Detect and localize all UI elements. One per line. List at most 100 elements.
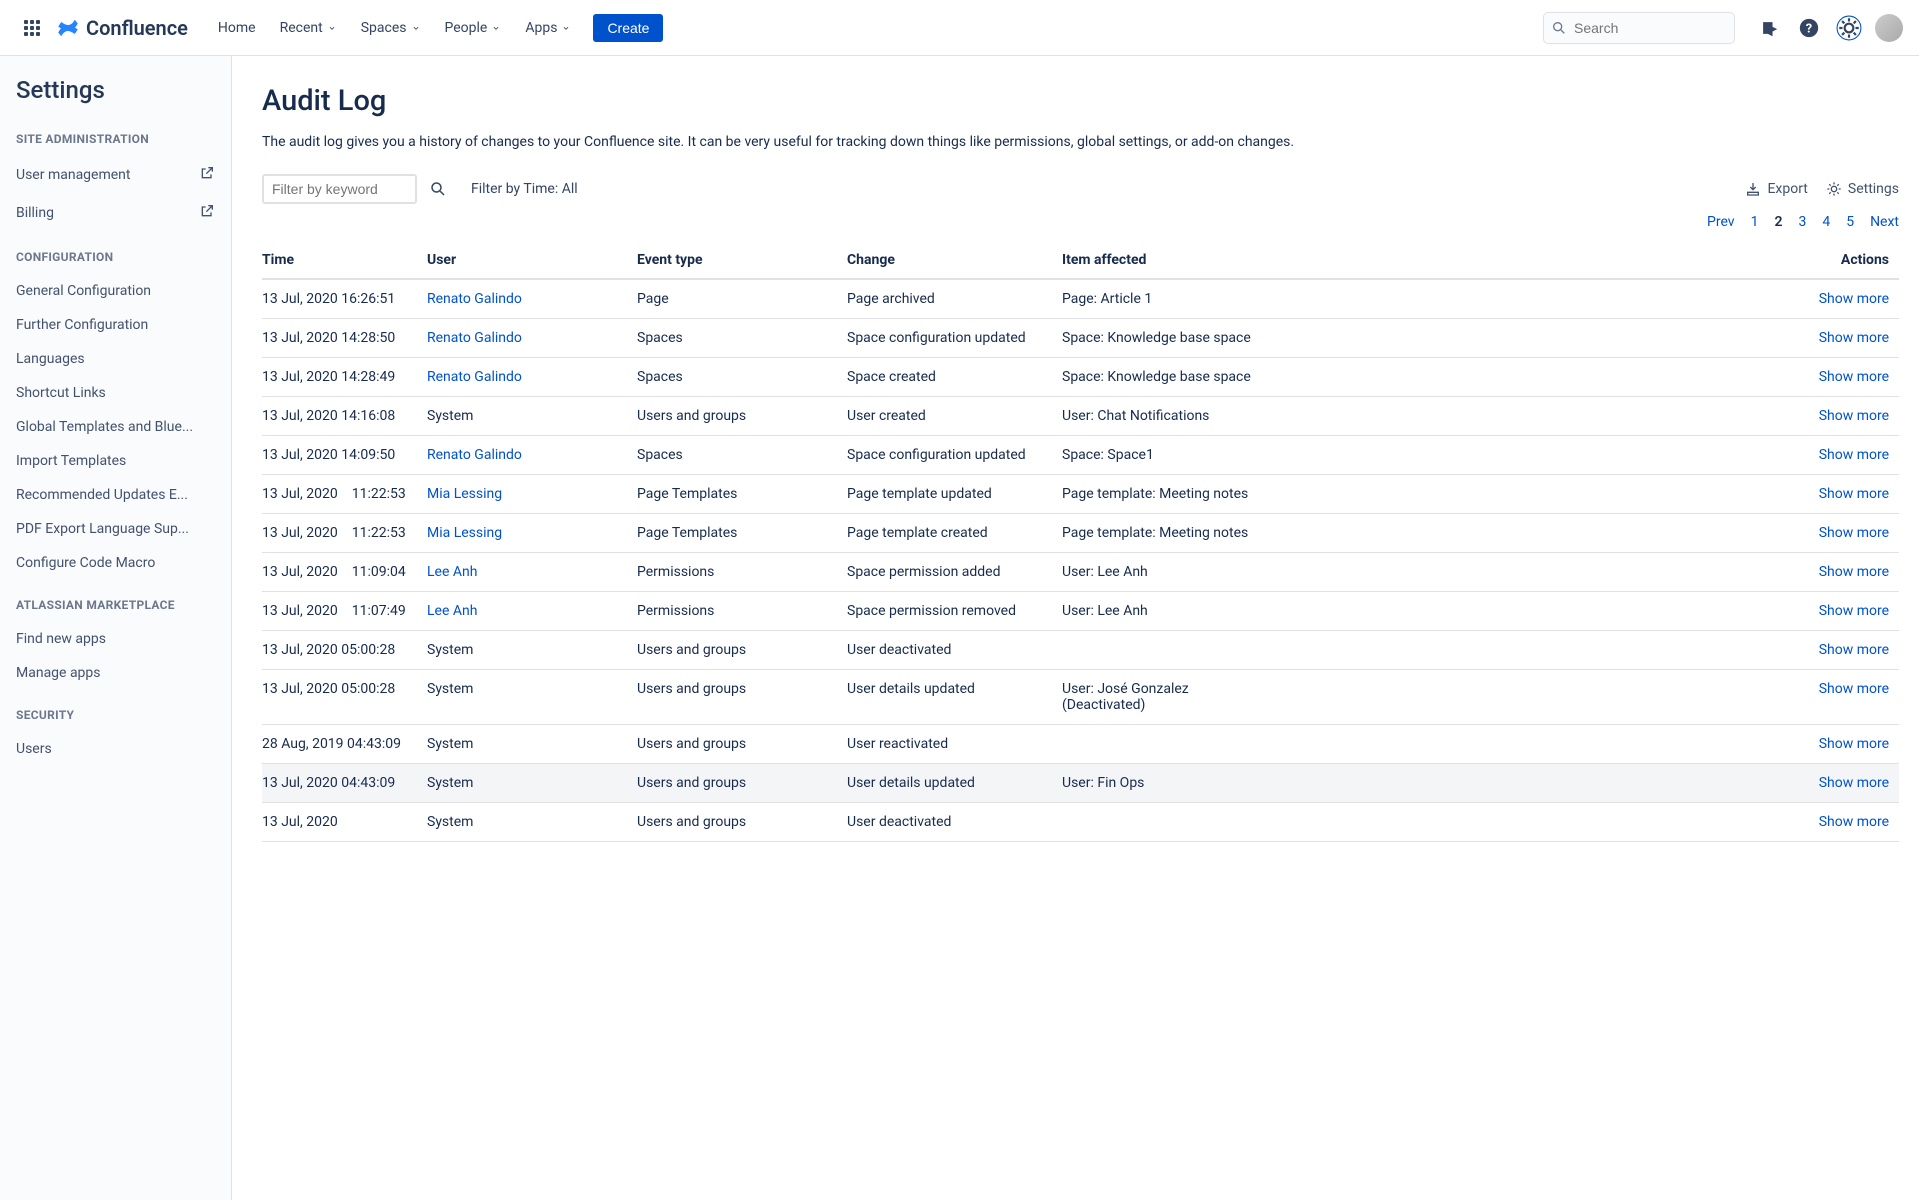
pagination-page[interactable]: 2 xyxy=(1774,214,1782,230)
cell-user[interactable]: Mia Lessing xyxy=(427,475,637,514)
filter-keyword-input[interactable] xyxy=(262,174,417,204)
cell-change: Space permission removed xyxy=(847,592,1062,631)
sidebar-item[interactable]: Languages xyxy=(16,342,215,376)
th-time: Time xyxy=(262,242,427,279)
nav-spaces[interactable]: Spaces xyxy=(351,14,431,42)
pagination-page[interactable]: 1 xyxy=(1751,214,1759,230)
cell-event: Spaces xyxy=(637,358,847,397)
settings-icon[interactable] xyxy=(1835,14,1863,42)
time-filter[interactable]: Filter by Time: All xyxy=(471,181,578,197)
export-icon xyxy=(1745,181,1761,197)
th-item: Item affected xyxy=(1062,242,1277,279)
show-more-link[interactable]: Show more xyxy=(1277,803,1899,842)
settings-button[interactable]: Settings xyxy=(1826,181,1899,197)
filter-search-icon[interactable] xyxy=(429,180,447,198)
sidebar-item[interactable]: Shortcut Links xyxy=(16,376,215,410)
cell-change: User details updated xyxy=(847,670,1062,725)
cell-user[interactable]: Lee Anh xyxy=(427,553,637,592)
nav-home[interactable]: Home xyxy=(208,14,266,42)
help-icon[interactable]: ? xyxy=(1795,14,1823,42)
sidebar-item[interactable]: Billing xyxy=(16,194,215,232)
search-input[interactable] xyxy=(1543,12,1735,44)
cell-item: User: José Gonzalez (Deactivated) xyxy=(1062,670,1277,725)
show-more-link[interactable]: Show more xyxy=(1277,725,1899,764)
show-more-link[interactable]: Show more xyxy=(1277,436,1899,475)
show-more-link[interactable]: Show more xyxy=(1277,553,1899,592)
table-row: 13 Jul, 2020 14:09:50Renato GalindoSpace… xyxy=(262,436,1899,475)
show-more-link[interactable]: Show more xyxy=(1277,475,1899,514)
table-row: 13 Jul, 2020SystemUsers and groupsUser d… xyxy=(262,803,1899,842)
pagination-prev[interactable]: Prev xyxy=(1707,214,1735,230)
top-nav: Confluence Home Recent Spaces People App… xyxy=(0,0,1919,56)
export-button[interactable]: Export xyxy=(1745,181,1807,197)
notifications-icon[interactable] xyxy=(1755,14,1783,42)
gear-icon xyxy=(1826,181,1842,197)
show-more-link[interactable]: Show more xyxy=(1277,279,1899,319)
cell-event: Permissions xyxy=(637,553,847,592)
show-more-link[interactable]: Show more xyxy=(1277,397,1899,436)
th-user: User xyxy=(427,242,637,279)
pagination-next[interactable]: Next xyxy=(1870,214,1899,230)
cell-event: Spaces xyxy=(637,319,847,358)
show-more-link[interactable]: Show more xyxy=(1277,514,1899,553)
show-more-link[interactable]: Show more xyxy=(1277,670,1899,725)
show-more-link[interactable]: Show more xyxy=(1277,631,1899,670)
search-box xyxy=(1543,12,1735,44)
sidebar-item[interactable]: Manage apps xyxy=(16,656,215,690)
nav-apps[interactable]: Apps xyxy=(515,14,581,42)
cell-user[interactable]: Mia Lessing xyxy=(427,514,637,553)
cell-time: 13 Jul, 2020 04:43:09 xyxy=(262,764,427,803)
cell-change: Page archived xyxy=(847,279,1062,319)
brand-name: Confluence xyxy=(86,16,188,40)
sidebar-item[interactable]: Global Templates and Blue... xyxy=(16,410,215,444)
toolbar: Filter by Time: All Export Settings xyxy=(262,174,1899,204)
top-icons: ? xyxy=(1755,14,1903,42)
sidebar-item[interactable]: Find new apps xyxy=(16,622,215,656)
cell-item xyxy=(1062,725,1277,764)
sidebar-item[interactable]: Further Configuration xyxy=(16,308,215,342)
table-row: 13 Jul, 2020 14:16:08SystemUsers and gro… xyxy=(262,397,1899,436)
pagination-page[interactable]: 5 xyxy=(1846,214,1854,230)
show-more-link[interactable]: Show more xyxy=(1277,319,1899,358)
cell-user[interactable]: Renato Galindo xyxy=(427,436,637,475)
cell-user[interactable]: Lee Anh xyxy=(427,592,637,631)
sidebar-item-label: Users xyxy=(16,741,52,757)
sidebar-item[interactable]: Users xyxy=(16,732,215,766)
app-switcher-icon[interactable] xyxy=(16,12,48,44)
show-more-link[interactable]: Show more xyxy=(1277,592,1899,631)
sidebar-item-label: General Configuration xyxy=(16,283,151,299)
sidebar-item[interactable]: Configure Code Macro xyxy=(16,546,215,580)
brand-logo[interactable]: Confluence xyxy=(56,16,188,40)
cell-user[interactable]: Renato Galindo xyxy=(427,279,637,319)
sidebar-item-label: Languages xyxy=(16,351,85,367)
nav-people[interactable]: People xyxy=(435,14,512,42)
pagination-page[interactable]: 4 xyxy=(1822,214,1830,230)
table-row: 13 Jul, 2020 04:43:09SystemUsers and gro… xyxy=(262,764,1899,803)
sidebar-item[interactable]: PDF Export Language Sup... xyxy=(16,512,215,546)
pagination-page[interactable]: 3 xyxy=(1798,214,1806,230)
sidebar-item[interactable]: General Configuration xyxy=(16,274,215,308)
cell-user: System xyxy=(427,397,637,436)
create-button[interactable]: Create xyxy=(593,14,663,42)
cell-time: 13 Jul, 2020 05:00:28 xyxy=(262,631,427,670)
sidebar-item[interactable]: Recommended Updates E... xyxy=(16,478,215,512)
cell-event: Page xyxy=(637,279,847,319)
sidebar-group-header: SECURITY xyxy=(16,708,215,722)
cell-item: Page template: Meeting notes xyxy=(1062,514,1277,553)
cell-user[interactable]: Renato Galindo xyxy=(427,358,637,397)
show-more-link[interactable]: Show more xyxy=(1277,358,1899,397)
cell-change: Space configuration updated xyxy=(847,319,1062,358)
pagination: Prev 12345 Next xyxy=(262,214,1899,230)
cell-event: Permissions xyxy=(637,592,847,631)
sidebar-item[interactable]: Import Templates xyxy=(16,444,215,478)
table-row: 13 Jul, 202011:22:53Mia LessingPage Temp… xyxy=(262,514,1899,553)
cell-user: System xyxy=(427,764,637,803)
cell-user[interactable]: Renato Galindo xyxy=(427,319,637,358)
table-row: 13 Jul, 202011:22:53Mia LessingPage Temp… xyxy=(262,475,1899,514)
confluence-icon xyxy=(56,16,80,40)
nav-recent[interactable]: Recent xyxy=(270,14,347,42)
user-avatar[interactable] xyxy=(1875,14,1903,42)
cell-event: Users and groups xyxy=(637,725,847,764)
sidebar-item[interactable]: User management xyxy=(16,156,215,194)
show-more-link[interactable]: Show more xyxy=(1277,764,1899,803)
